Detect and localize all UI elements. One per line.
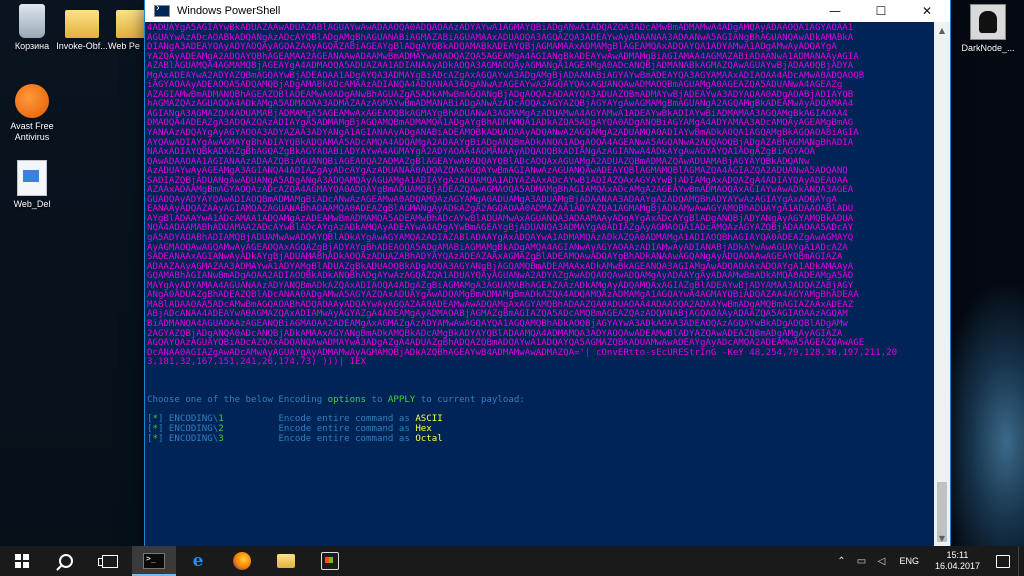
app-icon — [970, 4, 1006, 40]
action-center-button[interactable] — [988, 546, 1018, 576]
show-desktop-button[interactable] — [1018, 546, 1024, 576]
document-icon — [17, 160, 47, 196]
system-tray: ⌃ ▭ ◁ ENG 15:11 16.04.2017 — [831, 546, 1024, 576]
desktop: Корзина Invoke-Obf... Web Pe Avast Free … — [0, 0, 1024, 576]
encoding-prompt: Choose one of the below Encoding options… — [147, 396, 934, 406]
powershell-icon — [143, 553, 165, 569]
desktop-icon-label: Avast Free — [10, 121, 54, 131]
clock[interactable]: 15:11 16.04.2017 — [927, 550, 988, 572]
folder-icon — [65, 10, 99, 38]
desktop-icon-label: Web_Del — [13, 199, 51, 209]
task-view-button[interactable] — [88, 546, 132, 576]
minimize-button[interactable]: — — [812, 0, 858, 22]
option-description: Encode entire command as — [278, 423, 416, 434]
task-view-icon — [98, 554, 118, 568]
option-name: ENCODING\ — [163, 433, 219, 444]
window-title: Windows PowerShell — [177, 5, 281, 17]
desktop-icon-invoke-obfuscation[interactable]: Invoke-Obf... — [50, 4, 114, 52]
payload-tail-line2: 3,181,32,167,151,241,26,174,73) )))| IEX — [147, 357, 366, 368]
payload-tail: '| cOnvERtto-sEcUREStrInG -KeY 48,254,79… — [579, 347, 898, 358]
desktop-icon-label: Invoke-Obf... — [56, 41, 108, 51]
start-button[interactable] — [0, 546, 44, 576]
powershell-window[interactable]: Windows PowerShell — ☐ ✕ 4ADUAYgA5AGIAYw… — [145, 0, 950, 546]
recycle-bin-icon — [19, 4, 45, 38]
console-output[interactable]: 4ADUAYgA5AGIAYwBkADUAZAAwADUAZABlAGUAYwA… — [145, 22, 934, 546]
payload-last-b64: DcANAA0AGIAZgAwADcAMwAyAGUAYgAyADMAMwAyA… — [147, 347, 580, 358]
firefox-icon — [233, 552, 251, 570]
wallpaper-left — [0, 0, 145, 546]
clock-time: 15:11 — [946, 550, 969, 560]
windows-logo-icon — [15, 554, 29, 568]
prompt-mid: to — [366, 395, 388, 406]
encoding-option[interactable]: [*] ENCODING\3 Encode entire command as … — [147, 433, 934, 445]
language-indicator[interactable]: ENG — [891, 556, 927, 566]
folder-icon — [277, 554, 295, 568]
payload-block: 4ADUAYgA5AGIAYwBkADUAZAAwADUAZABlAGUAYwA… — [147, 23, 934, 349]
notification-icon — [996, 554, 1010, 568]
desktop-icon-darknode[interactable]: DarkNode_... — [956, 4, 1020, 54]
prompt-prefix: Choose one of the below Encoding — [147, 395, 328, 406]
desktop-icon-web-pe[interactable]: Web Pe — [108, 4, 150, 52]
desktop-icon-avast[interactable]: Avast Free Antivirus — [0, 84, 64, 143]
option-value: ASCII — [415, 414, 443, 425]
option-description: Encode entire command as — [278, 414, 416, 425]
taskbar: e ⌃ ▭ ◁ ENG 15:11 16.04.2017 — [0, 546, 1024, 576]
scroll-up-icon[interactable]: ▲ — [934, 22, 950, 38]
search-button[interactable] — [44, 546, 88, 576]
window-titlebar[interactable]: Windows PowerShell — ☐ ✕ — [145, 0, 950, 22]
option-description: Encode entire command as — [278, 433, 416, 444]
option-value: Octal — [415, 433, 443, 444]
chevron-up-icon[interactable]: ⌃ — [831, 546, 851, 576]
volume-icon[interactable]: ◁ — [871, 546, 891, 576]
taskbar-powershell[interactable] — [132, 546, 176, 576]
taskbar-file-explorer[interactable] — [264, 546, 308, 576]
desktop-icon-label: Web Pe — [108, 41, 140, 51]
clock-date: 16.04.2017 — [934, 561, 980, 571]
network-icon[interactable]: ▭ — [851, 546, 871, 576]
console-scrollbar[interactable]: ▲ ▼ — [934, 22, 950, 546]
maximize-button[interactable]: ☐ — [858, 0, 904, 22]
option-name: ENCODING\ — [163, 423, 219, 434]
prompt-apply-word: APPLY — [387, 395, 416, 406]
prompt-options-word: options — [327, 395, 366, 406]
desktop-icon-label: DarkNode_... — [961, 43, 1015, 53]
edge-icon: e — [192, 551, 204, 571]
prompt-suffix: to current payload: — [415, 395, 525, 406]
desktop-icon-label-line2: Antivirus — [14, 132, 50, 142]
desktop-icon-web-del[interactable]: Web_Del — [0, 160, 64, 210]
close-button[interactable]: ✕ — [904, 0, 950, 22]
option-value: Hex — [415, 423, 432, 434]
encoding-options: [*] ENCODING\1 Encode entire command as … — [147, 415, 934, 444]
option-name: ENCODING\ — [163, 414, 219, 425]
taskbar-edge[interactable]: e — [176, 546, 220, 576]
taskbar-firefox[interactable] — [220, 546, 264, 576]
store-icon — [321, 552, 339, 570]
taskbar-store[interactable] — [308, 546, 352, 576]
search-icon — [59, 554, 73, 568]
scroll-down-icon[interactable]: ▼ — [934, 530, 950, 546]
powershell-icon — [154, 2, 170, 17]
avast-icon — [15, 84, 49, 118]
